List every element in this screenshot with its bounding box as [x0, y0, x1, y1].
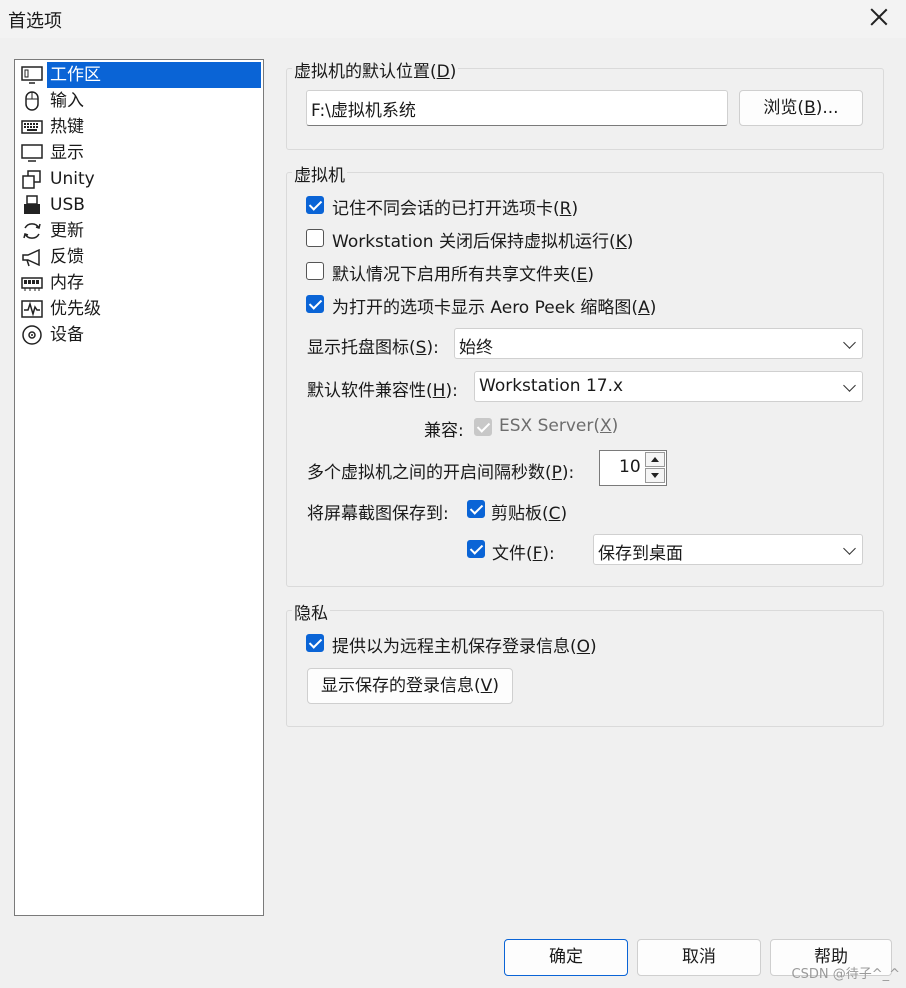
chevron-down-icon: [843, 335, 856, 349]
sidebar-item-label: 反馈: [50, 247, 84, 267]
sidebar-item-display[interactable]: 显示: [17, 140, 261, 166]
file-save-select[interactable]: 保存到桌面: [593, 534, 863, 565]
sidebar-item-label: Unity: [50, 169, 95, 189]
sidebar-item-update[interactable]: 更新: [17, 218, 261, 244]
sidebar-item-hotkeys[interactable]: 热键: [17, 114, 261, 140]
sidebar-item-label: 工作区: [47, 62, 261, 88]
keep-running-label: Workstation 关闭后保持虚拟机运行(K): [332, 232, 634, 252]
chevron-down-icon: [843, 378, 856, 392]
sidebar-item-workspace[interactable]: 工作区: [17, 62, 261, 88]
usb-icon: [24, 195, 40, 214]
compat-select[interactable]: Workstation 17.x: [474, 371, 863, 402]
vm-location-input[interactable]: F:\虚拟机系统: [306, 90, 728, 126]
ok-button[interactable]: 确定: [504, 939, 628, 976]
share-folders-checkbox[interactable]: [306, 262, 324, 280]
arrow-down-icon: [651, 473, 659, 478]
disc-device-icon: [22, 325, 42, 345]
megaphone-icon: [22, 248, 40, 267]
compat-label: 默认软件兼容性(H):: [307, 381, 458, 401]
mouse-icon: [25, 91, 39, 111]
workspace-monitor-icon: [21, 66, 43, 84]
sidebar-item-label: 内存: [50, 273, 84, 293]
arrow-up-icon: [651, 457, 659, 462]
stepper-up-button[interactable]: [645, 452, 665, 467]
keep-running-checkbox[interactable]: [306, 229, 324, 247]
file-label: 文件(F):: [492, 544, 555, 564]
unity-windows-icon: [22, 170, 41, 189]
sidebar-item-label: 优先级: [50, 299, 101, 319]
compat-with-label: 兼容:: [424, 421, 464, 441]
sidebar-item-priority[interactable]: 优先级: [17, 296, 261, 322]
sidebar-item-label: 显示: [50, 143, 84, 163]
show-login-info-button[interactable]: 显示保存的登录信息(V): [307, 668, 513, 704]
keyboard-icon: [21, 120, 43, 134]
stepper-down-button[interactable]: [645, 468, 665, 483]
sidebar-item-label: USB: [50, 195, 85, 215]
clipboard-checkbox[interactable]: [467, 500, 485, 518]
priority-pulse-icon: [21, 300, 43, 318]
privacy-legend: 隐私: [292, 599, 330, 624]
interval-label: 多个虚拟机之间的开启间隔秒数(P):: [307, 463, 575, 483]
sidebar-item-label: 热键: [50, 117, 84, 137]
sidebar-item-memory[interactable]: 内存: [17, 270, 261, 296]
tray-icon-select[interactable]: 始终: [454, 328, 863, 359]
tray-icon-value: 始终: [459, 338, 493, 358]
window-title: 首选项: [8, 11, 62, 32]
monitor-icon: [21, 144, 43, 162]
remember-tabs-checkbox[interactable]: [306, 196, 324, 214]
cancel-button[interactable]: 取消: [637, 939, 761, 976]
tray-icon-label: 显示托盘图标(S):: [307, 338, 439, 358]
vm-location-value: F:\虚拟机系统: [311, 101, 416, 121]
esx-server-label: ESX Server(X): [499, 416, 619, 436]
title-bar: [0, 0, 906, 38]
share-folders-label: 默认情况下启用所有共享文件夹(E): [332, 265, 595, 285]
sidebar-item-label: 设备: [50, 325, 84, 345]
compat-value: Workstation 17.x: [479, 376, 624, 396]
close-icon[interactable]: [866, 4, 892, 30]
browse-button[interactable]: 浏览(B)...: [739, 90, 863, 126]
refresh-icon: [23, 223, 41, 239]
save-login-checkbox[interactable]: [306, 634, 324, 652]
screenshot-save-label: 将屏幕截图保存到:: [307, 504, 449, 524]
interval-value: 10: [619, 457, 641, 477]
default-location-legend: 虚拟机的默认位置(D): [292, 57, 459, 82]
sidebar-item-label: 输入: [50, 91, 84, 111]
interval-stepper[interactable]: 10: [599, 450, 667, 486]
watermark: CSDN @待子^_^: [791, 967, 900, 982]
aero-peek-checkbox[interactable]: [306, 295, 324, 313]
clipboard-label: 剪贴板(C): [491, 504, 568, 524]
sidebar-item-usb[interactable]: USB: [17, 192, 261, 218]
memory-chip-icon: [21, 277, 43, 291]
aero-peek-label: 为打开的选项卡显示 Aero Peek 缩略图(A): [332, 298, 657, 318]
esx-server-checkbox[interactable]: [474, 418, 492, 436]
sidebar-item-devices[interactable]: 设备: [17, 322, 261, 348]
sidebar-item-input[interactable]: 输入: [17, 88, 261, 114]
file-checkbox[interactable]: [467, 540, 485, 558]
chevron-down-icon: [843, 541, 856, 555]
save-login-label: 提供以为远程主机保存登录信息(O): [332, 637, 597, 657]
sidebar-item-label: 更新: [50, 221, 84, 241]
file-save-value: 保存到桌面: [598, 544, 683, 564]
sidebar-list[interactable]: 工作区 输入 热键 显示 Unity USB 更新 反馈 内存 优先级 设备: [14, 59, 264, 916]
sidebar-item-unity[interactable]: Unity: [17, 166, 261, 192]
remember-tabs-label: 记住不同会话的已打开选项卡(R): [332, 199, 579, 219]
vm-legend: 虚拟机: [292, 161, 347, 186]
sidebar-item-feedback[interactable]: 反馈: [17, 244, 261, 270]
